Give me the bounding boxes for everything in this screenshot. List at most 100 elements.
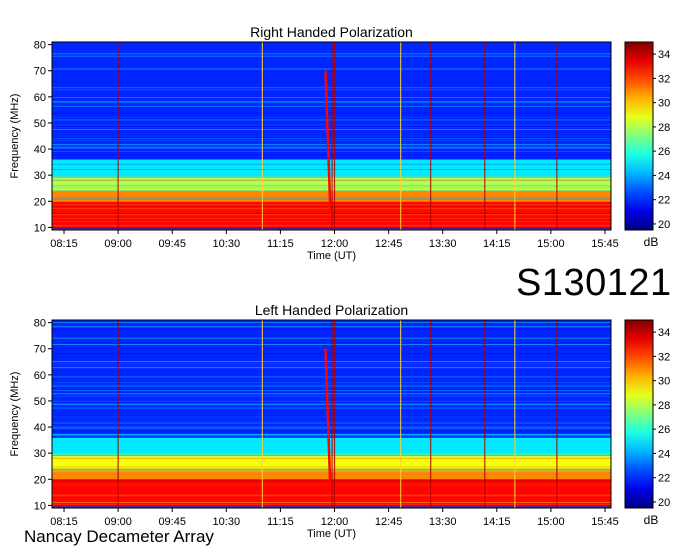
noise-striation — [52, 81, 611, 83]
noise-striation — [52, 453, 611, 454]
colorbar-tick-label: 28 — [658, 400, 670, 412]
colorbar-tick-label: 30 — [658, 98, 670, 110]
noise-striation — [52, 105, 611, 107]
noise-striation — [52, 217, 611, 219]
noise-striation — [52, 435, 611, 437]
x-tick-label: 12:45 — [375, 516, 403, 528]
noise-striation — [52, 144, 611, 146]
noise-striation — [52, 403, 611, 405]
noise-striation — [52, 87, 611, 89]
noise-striation — [52, 129, 611, 130]
noise-striation — [52, 179, 611, 181]
noise-striation — [52, 337, 611, 339]
frequency-band — [52, 437, 611, 456]
noise-striation — [52, 385, 611, 387]
noise-striation — [52, 145, 611, 147]
x-tick-label: 15:00 — [537, 238, 565, 250]
noise-striation — [52, 163, 611, 165]
noise-striation — [52, 473, 611, 475]
y-tick-label: 30 — [34, 448, 46, 460]
noise-striation — [52, 101, 611, 102]
noise-striation — [52, 198, 611, 200]
noise-striation — [52, 407, 611, 409]
noise-striation — [52, 425, 611, 427]
noise-striation — [52, 480, 611, 482]
colorbar-tick-label: 24 — [658, 448, 670, 460]
noise-striation — [52, 103, 611, 105]
frequency-band — [52, 320, 611, 438]
noise-striation — [52, 456, 611, 458]
noise-striation — [52, 447, 611, 449]
noise-striation — [52, 496, 611, 497]
noise-striation — [52, 437, 611, 438]
noise-striation — [52, 179, 611, 180]
x-tick-label: 13:30 — [429, 238, 457, 250]
noise-striation — [52, 169, 611, 170]
noise-striation — [52, 228, 611, 230]
noise-striation — [52, 225, 611, 227]
noise-striation — [52, 494, 611, 496]
noise-striation — [52, 471, 611, 472]
instrument-name: Nancay Decameter Array — [24, 527, 214, 546]
colorbar — [624, 41, 654, 231]
noise-striation — [52, 430, 611, 432]
x-tick-label: 14:15 — [483, 238, 511, 250]
noise-striation — [52, 154, 611, 155]
colorbar-tick-label: 28 — [658, 122, 670, 134]
y-tick-label: 50 — [34, 396, 46, 408]
spectrogram-panel-2: Left Handed Polarization08:15 09:00 09:45 1… — [9, 302, 670, 540]
noise-striation — [52, 458, 611, 460]
y-tick-label: 10 — [34, 500, 46, 512]
y-tick-label: 40 — [34, 144, 46, 156]
x-axis-label: Time (UT) — [307, 250, 356, 262]
colorbar-tick-label: 26 — [658, 424, 670, 436]
noise-striation — [52, 50, 611, 52]
noise-striation — [52, 53, 611, 55]
noise-striation — [52, 61, 611, 63]
colorbar-tick-label: 20 — [658, 497, 670, 509]
noise-striation — [52, 136, 611, 138]
x-tick-label: 10:30 — [213, 238, 241, 250]
noise-striation — [52, 214, 611, 216]
noise-striation — [52, 404, 611, 406]
x-tick-label: 15:45 — [591, 516, 619, 528]
noise-striation — [52, 177, 611, 179]
noise-striation — [52, 469, 611, 471]
x-axis-label: Time (UT) — [307, 528, 356, 540]
noise-striation — [52, 360, 611, 362]
chart-title: Left Handed Polarization — [255, 302, 408, 318]
noise-striation — [52, 68, 611, 70]
noise-striation — [52, 364, 611, 365]
noise-striation — [52, 55, 611, 57]
noise-striation — [52, 89, 611, 91]
y-tick-label: 80 — [34, 318, 46, 330]
noise-striation — [52, 97, 611, 98]
noise-striation — [52, 185, 611, 186]
noise-striation — [52, 141, 611, 143]
y-tick-label: 60 — [34, 370, 46, 382]
noise-striation — [52, 460, 611, 462]
noise-striation — [52, 124, 611, 126]
x-tick-label: 12:45 — [375, 238, 403, 250]
colorbar-tick-label: 32 — [658, 73, 670, 85]
spectrogram-panel-1: Right Handed Polarization 08:15 09:00 09:45… — [9, 24, 670, 262]
noise-striation — [52, 204, 611, 206]
noise-striation — [52, 416, 611, 418]
y-axis-label: Frequency (MHz) — [9, 94, 21, 179]
noise-striation — [52, 421, 611, 423]
noise-striation — [52, 434, 611, 435]
x-tick-label: 15:45 — [591, 238, 619, 250]
y-tick-label: 40 — [34, 422, 46, 434]
frequency-band — [52, 479, 611, 506]
noise-striation — [52, 422, 611, 424]
x-tick-label: 13:30 — [429, 516, 457, 528]
noise-striation — [52, 176, 611, 178]
noise-striation — [52, 506, 611, 508]
x-tick-label: 15:00 — [537, 516, 565, 528]
noise-striation — [52, 326, 611, 328]
chart-title: Right Handed Polarization — [250, 24, 413, 40]
colorbar-tick-label: 20 — [658, 219, 670, 231]
colorbar-tick-label: 22 — [658, 473, 670, 485]
noise-striation — [52, 454, 611, 456]
noise-striation — [52, 146, 611, 148]
